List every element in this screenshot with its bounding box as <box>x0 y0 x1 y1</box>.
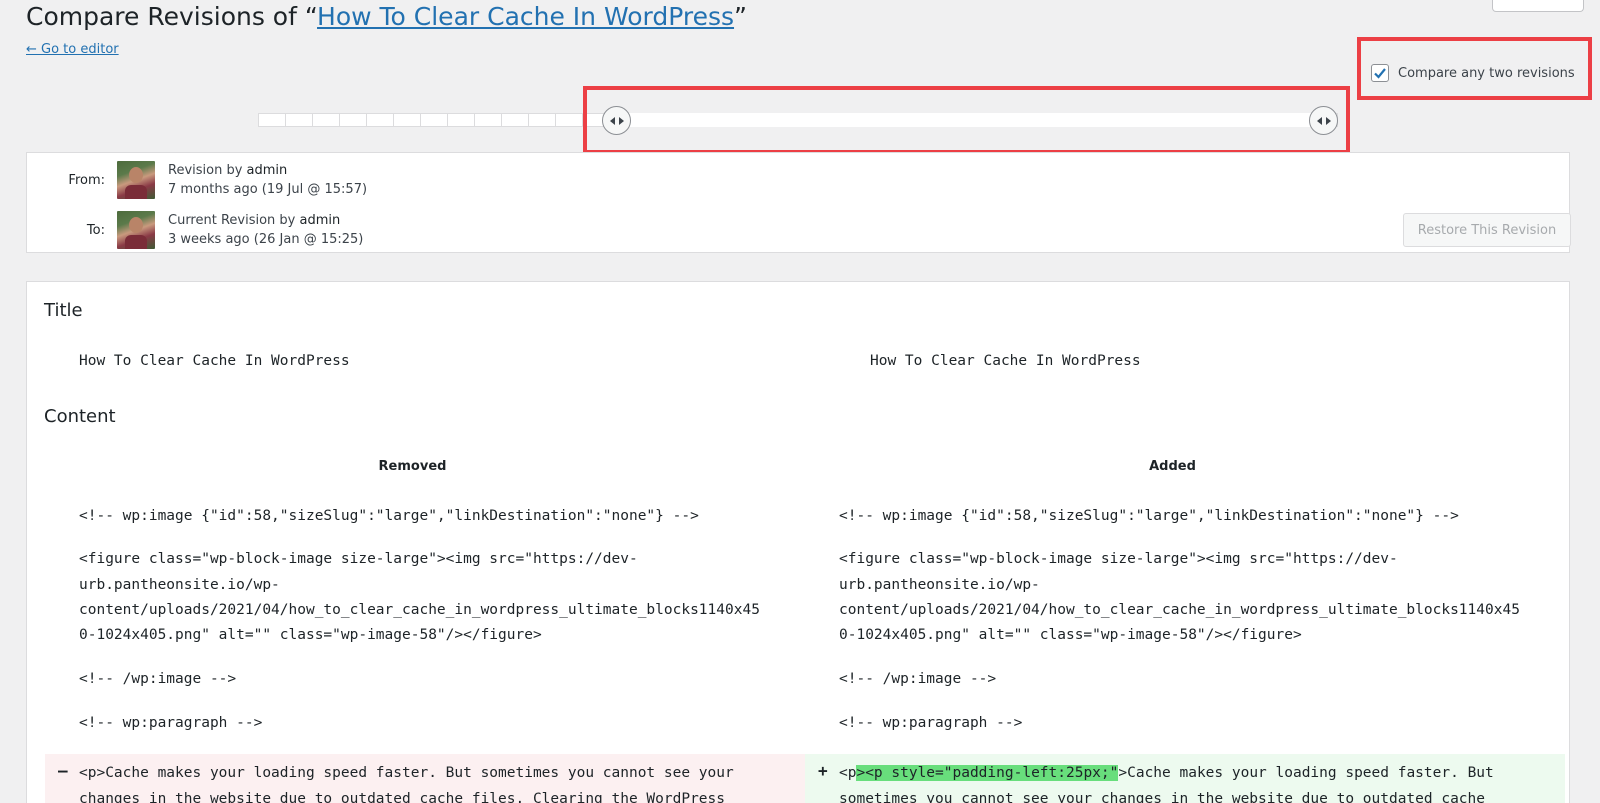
code-line: <figure class="wp-block-image size-large… <box>79 551 638 567</box>
revision-meta-panel: From: Revision by admin 7 months ago (19… <box>26 152 1570 253</box>
avatar <box>117 211 155 249</box>
from-time: 7 months ago (19 Jul @ 15:57) <box>168 182 368 197</box>
content-heading: Content <box>44 406 116 427</box>
removed-text: <p>Cache makes your loading speed faster… <box>79 765 734 803</box>
to-revision-info: Current Revision by admin 3 weeks ago (2… <box>168 213 364 247</box>
code-line: <!-- wp:paragraph --> <box>79 715 263 731</box>
title-heading: Title <box>44 300 83 321</box>
from-label: From: <box>68 172 105 188</box>
code-line: <!-- /wp:image --> <box>839 671 997 687</box>
code-line: urb.pantheonsite.io/wp- <box>839 577 1040 593</box>
slider-tick[interactable] <box>421 114 448 126</box>
code-line: <!-- wp:image {"id":58,"sizeSlug":"large… <box>79 508 699 524</box>
slider-tick[interactable] <box>286 114 313 126</box>
code-line: <!-- /wp:image --> <box>79 671 237 687</box>
slider-tick[interactable] <box>367 114 394 126</box>
restore-revision-button[interactable]: Restore This Revision <box>1403 213 1571 247</box>
code-line: 0-1024x405.png" alt="" class="wp-image-5… <box>79 627 542 643</box>
code-line: content/uploads/2021/04/how_to_clear_cac… <box>839 602 1520 618</box>
meta-to-row: To: Current Revision by admin 3 weeks ag… <box>27 211 363 249</box>
diff-added-row: + <p><p style="padding-left:25px;">Cache… <box>805 754 1565 803</box>
slider-tick[interactable] <box>313 114 340 126</box>
go-to-editor-link[interactable]: ← Go to editor <box>26 42 119 57</box>
help-tab[interactable] <box>1492 0 1584 12</box>
to-label: To: <box>86 222 105 238</box>
post-title-link[interactable]: How To Clear Cache In WordPress <box>317 2 734 31</box>
slider-tick[interactable] <box>502 114 529 126</box>
diff-panel: Title How To Clear Cache In WordPress Ho… <box>26 281 1570 803</box>
code-line: content/uploads/2021/04/how_to_clear_cac… <box>79 602 760 618</box>
title-new: How To Clear Cache In WordPress <box>870 353 1141 369</box>
code-line: <!-- wp:paragraph --> <box>839 715 1023 731</box>
from-revision-info: Revision by admin 7 months ago (19 Jul @… <box>168 163 368 197</box>
inserted-text: ><p style="padding-left:25px;" <box>856 765 1119 781</box>
code-line: 0-1024x405.png" alt="" class="wp-image-5… <box>839 627 1302 643</box>
slider-tick[interactable] <box>394 114 421 126</box>
added-heading: Added <box>1149 459 1196 474</box>
highlight-slider <box>583 86 1350 154</box>
code-line: urb.pantheonsite.io/wp- <box>79 577 280 593</box>
slider-tick[interactable] <box>475 114 502 126</box>
minus-icon: – <box>58 761 68 780</box>
to-author: admin <box>299 213 341 228</box>
title-old: How To Clear Cache In WordPress <box>79 353 350 369</box>
code-line: <!-- wp:image {"id":58,"sizeSlug":"large… <box>839 508 1459 524</box>
highlight-compare-box <box>1357 37 1592 100</box>
to-time: 3 weeks ago (26 Jan @ 15:25) <box>168 232 364 247</box>
slider-tick[interactable] <box>556 114 583 126</box>
page-title: Compare Revisions of “How To Clear Cache… <box>26 2 747 31</box>
meta-from-row: From: Revision by admin 7 months ago (19… <box>27 161 367 199</box>
slider-tick[interactable] <box>259 114 286 126</box>
removed-heading: Removed <box>378 459 447 474</box>
code-line: <figure class="wp-block-image size-large… <box>839 551 1398 567</box>
from-author: admin <box>246 163 288 178</box>
diff-removed-row: – <p>Cache makes your loading speed fast… <box>45 754 805 803</box>
avatar <box>117 161 155 199</box>
slider-tick[interactable] <box>448 114 475 126</box>
added-text: <p><p style="padding-left:25px;">Cache m… <box>839 765 1494 803</box>
slider-tick[interactable] <box>529 114 556 126</box>
slider-tick[interactable] <box>340 114 367 126</box>
plus-icon: + <box>818 761 828 780</box>
